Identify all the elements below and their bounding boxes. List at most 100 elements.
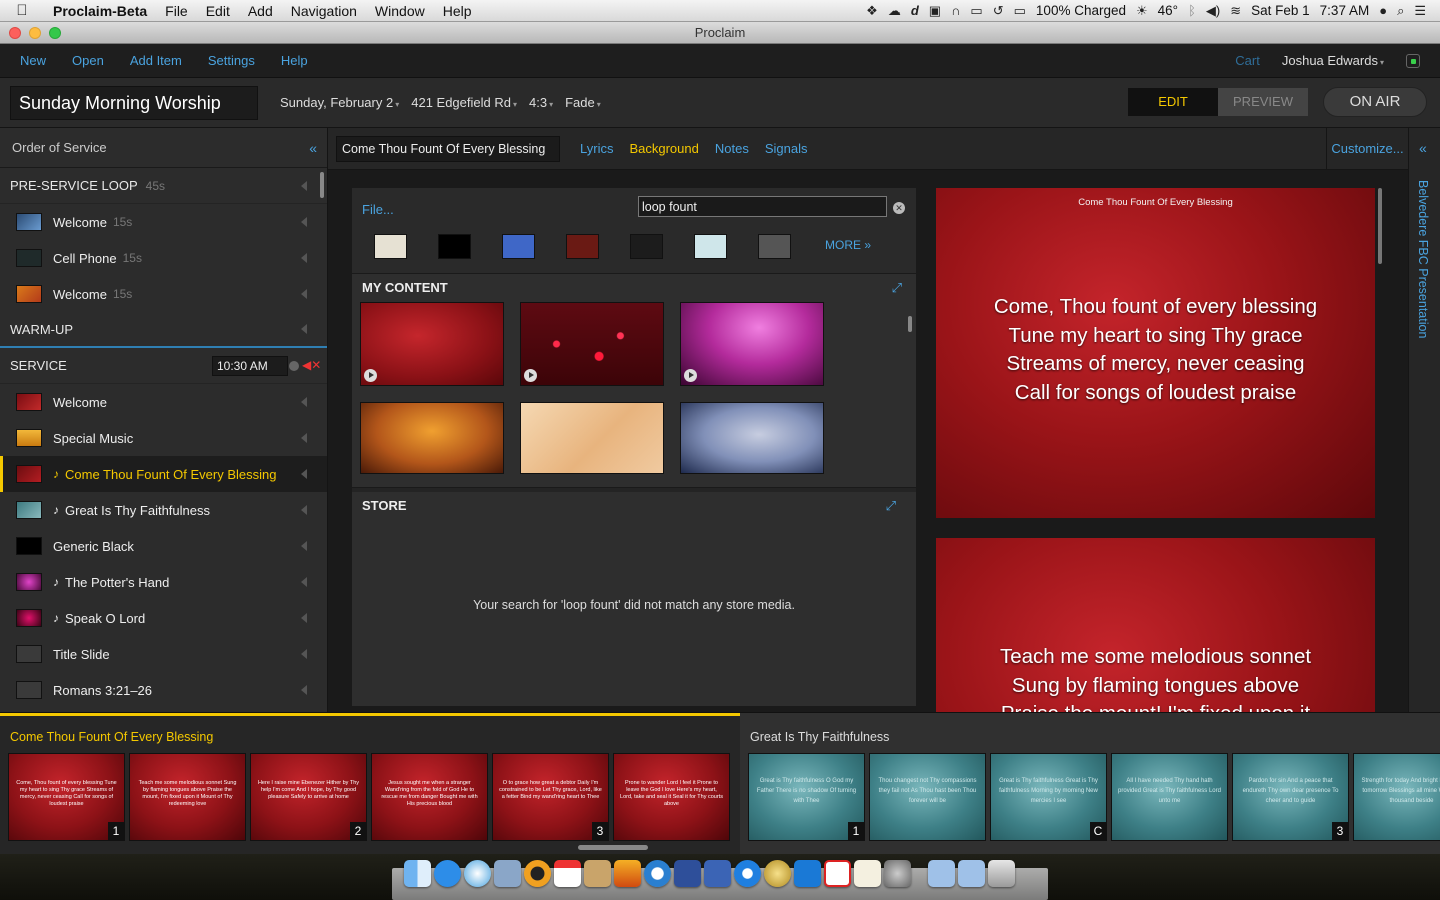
- preview-scrollbar[interactable]: [1378, 188, 1382, 264]
- minus-circle-icon[interactable]: [289, 361, 299, 371]
- aspect-ratio-select[interactable]: 4:3 ▾: [529, 95, 553, 110]
- search-app-icon[interactable]: [644, 860, 671, 887]
- triangle-left-icon[interactable]: [301, 180, 307, 191]
- play-icon[interactable]: [684, 369, 697, 382]
- temperature[interactable]: 46°: [1158, 3, 1178, 18]
- safari-icon[interactable]: [464, 860, 491, 887]
- open-button[interactable]: Open: [72, 53, 104, 68]
- collapse-left-icon[interactable]: «: [309, 140, 317, 156]
- notes-icon[interactable]: [854, 860, 881, 887]
- folder-icon[interactable]: [928, 860, 955, 887]
- contacts-icon[interactable]: [584, 860, 611, 887]
- new-button[interactable]: New: [20, 53, 46, 68]
- filmstrip-slide[interactable]: Here I raise mine Ebenezer Hither by Thy…: [250, 753, 367, 841]
- expand-icon[interactable]: ⤢: [892, 280, 902, 296]
- section-pre-service-loop[interactable]: PRE-SERVICE LOOP 45s: [0, 168, 327, 204]
- acst-icon[interactable]: [824, 860, 851, 887]
- menubar-date[interactable]: Sat Feb 1: [1251, 3, 1310, 18]
- triangle-left-icon[interactable]: [301, 685, 307, 695]
- triangle-left-icon[interactable]: [301, 253, 307, 263]
- media-search-input[interactable]: [638, 196, 887, 217]
- triangle-left-icon[interactable]: [301, 217, 307, 227]
- headphones-icon[interactable]: ∩: [951, 3, 960, 18]
- filmstrip-slide[interactable]: Pardon for sin And a peace that endureth…: [1232, 753, 1349, 841]
- menu-navigation[interactable]: Navigation: [282, 3, 366, 19]
- preview-mode-button[interactable]: PREVIEW: [1218, 88, 1308, 116]
- itunes-icon[interactable]: [734, 860, 761, 887]
- sidebar-item[interactable]: Welcome 15s: [0, 276, 327, 312]
- on-air-button[interactable]: ON AIR: [1323, 87, 1427, 117]
- triangle-left-icon[interactable]: [301, 505, 307, 515]
- play-icon[interactable]: [364, 369, 377, 382]
- flame-app-icon[interactable]: [614, 860, 641, 887]
- cart-link[interactable]: Cart: [1235, 53, 1260, 68]
- background-swatch[interactable]: [502, 234, 535, 259]
- close-window-button[interactable]: [9, 27, 21, 39]
- presentation-panel-label[interactable]: Belvedere FBC Presentation: [1416, 180, 1430, 338]
- filmstrip-song-title[interactable]: Come Thou Fount Of Every Blessing: [10, 730, 213, 744]
- play-icon[interactable]: [524, 369, 537, 382]
- file-link[interactable]: File...: [362, 202, 394, 217]
- triangle-left-icon[interactable]: [301, 613, 307, 623]
- notification-center-icon[interactable]: ☰: [1414, 3, 1426, 19]
- triangle-left-icon[interactable]: [301, 289, 307, 299]
- service-date-select[interactable]: Sunday, February 2 ▾: [280, 95, 399, 110]
- my-content-scrollbar[interactable]: [908, 316, 912, 332]
- filmstrip-slide[interactable]: Thou changest not Thy compassions they f…: [869, 753, 986, 841]
- service-title-field[interactable]: Sunday Morning Worship: [10, 85, 258, 120]
- sidebar-item[interactable]: ♪ Come Thou Fount Of Every Blessing: [0, 456, 327, 492]
- airplay-icon[interactable]: ▭: [970, 3, 982, 19]
- teamviewer-icon[interactable]: [794, 860, 821, 887]
- battery-status[interactable]: 100% Charged: [1036, 3, 1126, 18]
- apple-icon[interactable]: : [0, 2, 44, 19]
- d-app-icon[interactable]: d: [911, 3, 919, 18]
- filmstrip-song-title[interactable]: Great Is Thy Faithfulness: [750, 730, 889, 744]
- tab-signals[interactable]: Signals: [765, 141, 808, 156]
- triangle-left-icon[interactable]: [301, 469, 307, 479]
- triangle-left-icon[interactable]: [301, 433, 307, 443]
- clear-search-icon[interactable]: ✕: [893, 202, 905, 214]
- sidebar-item[interactable]: ♪ The Potter's Hand: [0, 564, 327, 600]
- preview-slide-2[interactable]: Teach me some melodious sonnet Sung by f…: [936, 538, 1375, 712]
- system-preferences-icon[interactable]: [884, 860, 911, 887]
- gold-app-icon[interactable]: [764, 860, 791, 887]
- zoom-window-button[interactable]: [49, 27, 61, 39]
- sidebar-item[interactable]: Cell Phone 15s: [0, 240, 327, 276]
- triangle-left-icon[interactable]: [301, 324, 307, 334]
- menubar-time[interactable]: 7:37 AM: [1320, 3, 1370, 18]
- filmstrip-slide[interactable]: All I have needed Thy hand hath provided…: [1111, 753, 1228, 841]
- sidebar-item[interactable]: Welcome 15s: [0, 204, 327, 240]
- menu-file[interactable]: File: [156, 3, 197, 19]
- monitor-icon[interactable]: [674, 860, 701, 887]
- sidebar-item[interactable]: Title Slide: [0, 636, 327, 672]
- media-thumb-magenta-stage[interactable]: [680, 302, 824, 386]
- speaker-mute-icon[interactable]: ◀✕: [302, 358, 321, 372]
- edit-mode-button[interactable]: EDIT: [1128, 88, 1218, 116]
- user-icon[interactable]: ●: [1379, 3, 1387, 18]
- sidebar-item[interactable]: ♪ Speak O Lord: [0, 600, 327, 636]
- dropbox-icon[interactable]: ❖: [866, 3, 878, 19]
- sidebar-item[interactable]: Special Music: [0, 420, 327, 456]
- sidebar-scrollbar[interactable]: [320, 172, 324, 198]
- battery-icon[interactable]: ▭: [1014, 3, 1026, 19]
- filmstrip-slide[interactable]: Jesus sought me when a stranger Wand'rin…: [371, 753, 488, 841]
- opera-icon[interactable]: [524, 860, 551, 887]
- menu-add[interactable]: Add: [239, 3, 282, 19]
- background-swatch[interactable]: [694, 234, 727, 259]
- display-icon[interactable]: ▣: [929, 3, 941, 19]
- triangle-left-icon[interactable]: [301, 397, 307, 407]
- preview-app-icon[interactable]: [494, 860, 521, 887]
- menu-app-name[interactable]: Proclaim-Beta: [44, 3, 156, 19]
- filmstrip-resize-handle[interactable]: [578, 845, 648, 850]
- filmstrip-slide[interactable]: Teach me some melodious sonnet Sung by f…: [129, 753, 246, 841]
- preview-slide-1[interactable]: Come Thou Fount Of Every Blessing Come, …: [936, 188, 1375, 518]
- user-menu[interactable]: Joshua Edwards ▾: [1282, 53, 1384, 68]
- customize-button[interactable]: Customize...: [1326, 128, 1408, 170]
- sidebar-item[interactable]: ♪ Great Is Thy Faithfulness: [0, 492, 327, 528]
- app-store-icon[interactable]: [434, 860, 461, 887]
- filmstrip-slide[interactable]: Great is Thy faithfulness Great is Thy f…: [990, 753, 1107, 841]
- location-select[interactable]: 421 Edgefield Rd ▾: [411, 95, 517, 110]
- filmstrip-slide[interactable]: Prone to wander Lord I feel it Prone to …: [613, 753, 730, 841]
- volume-icon[interactable]: ◀): [1206, 3, 1220, 19]
- triangle-left-icon[interactable]: [301, 649, 307, 659]
